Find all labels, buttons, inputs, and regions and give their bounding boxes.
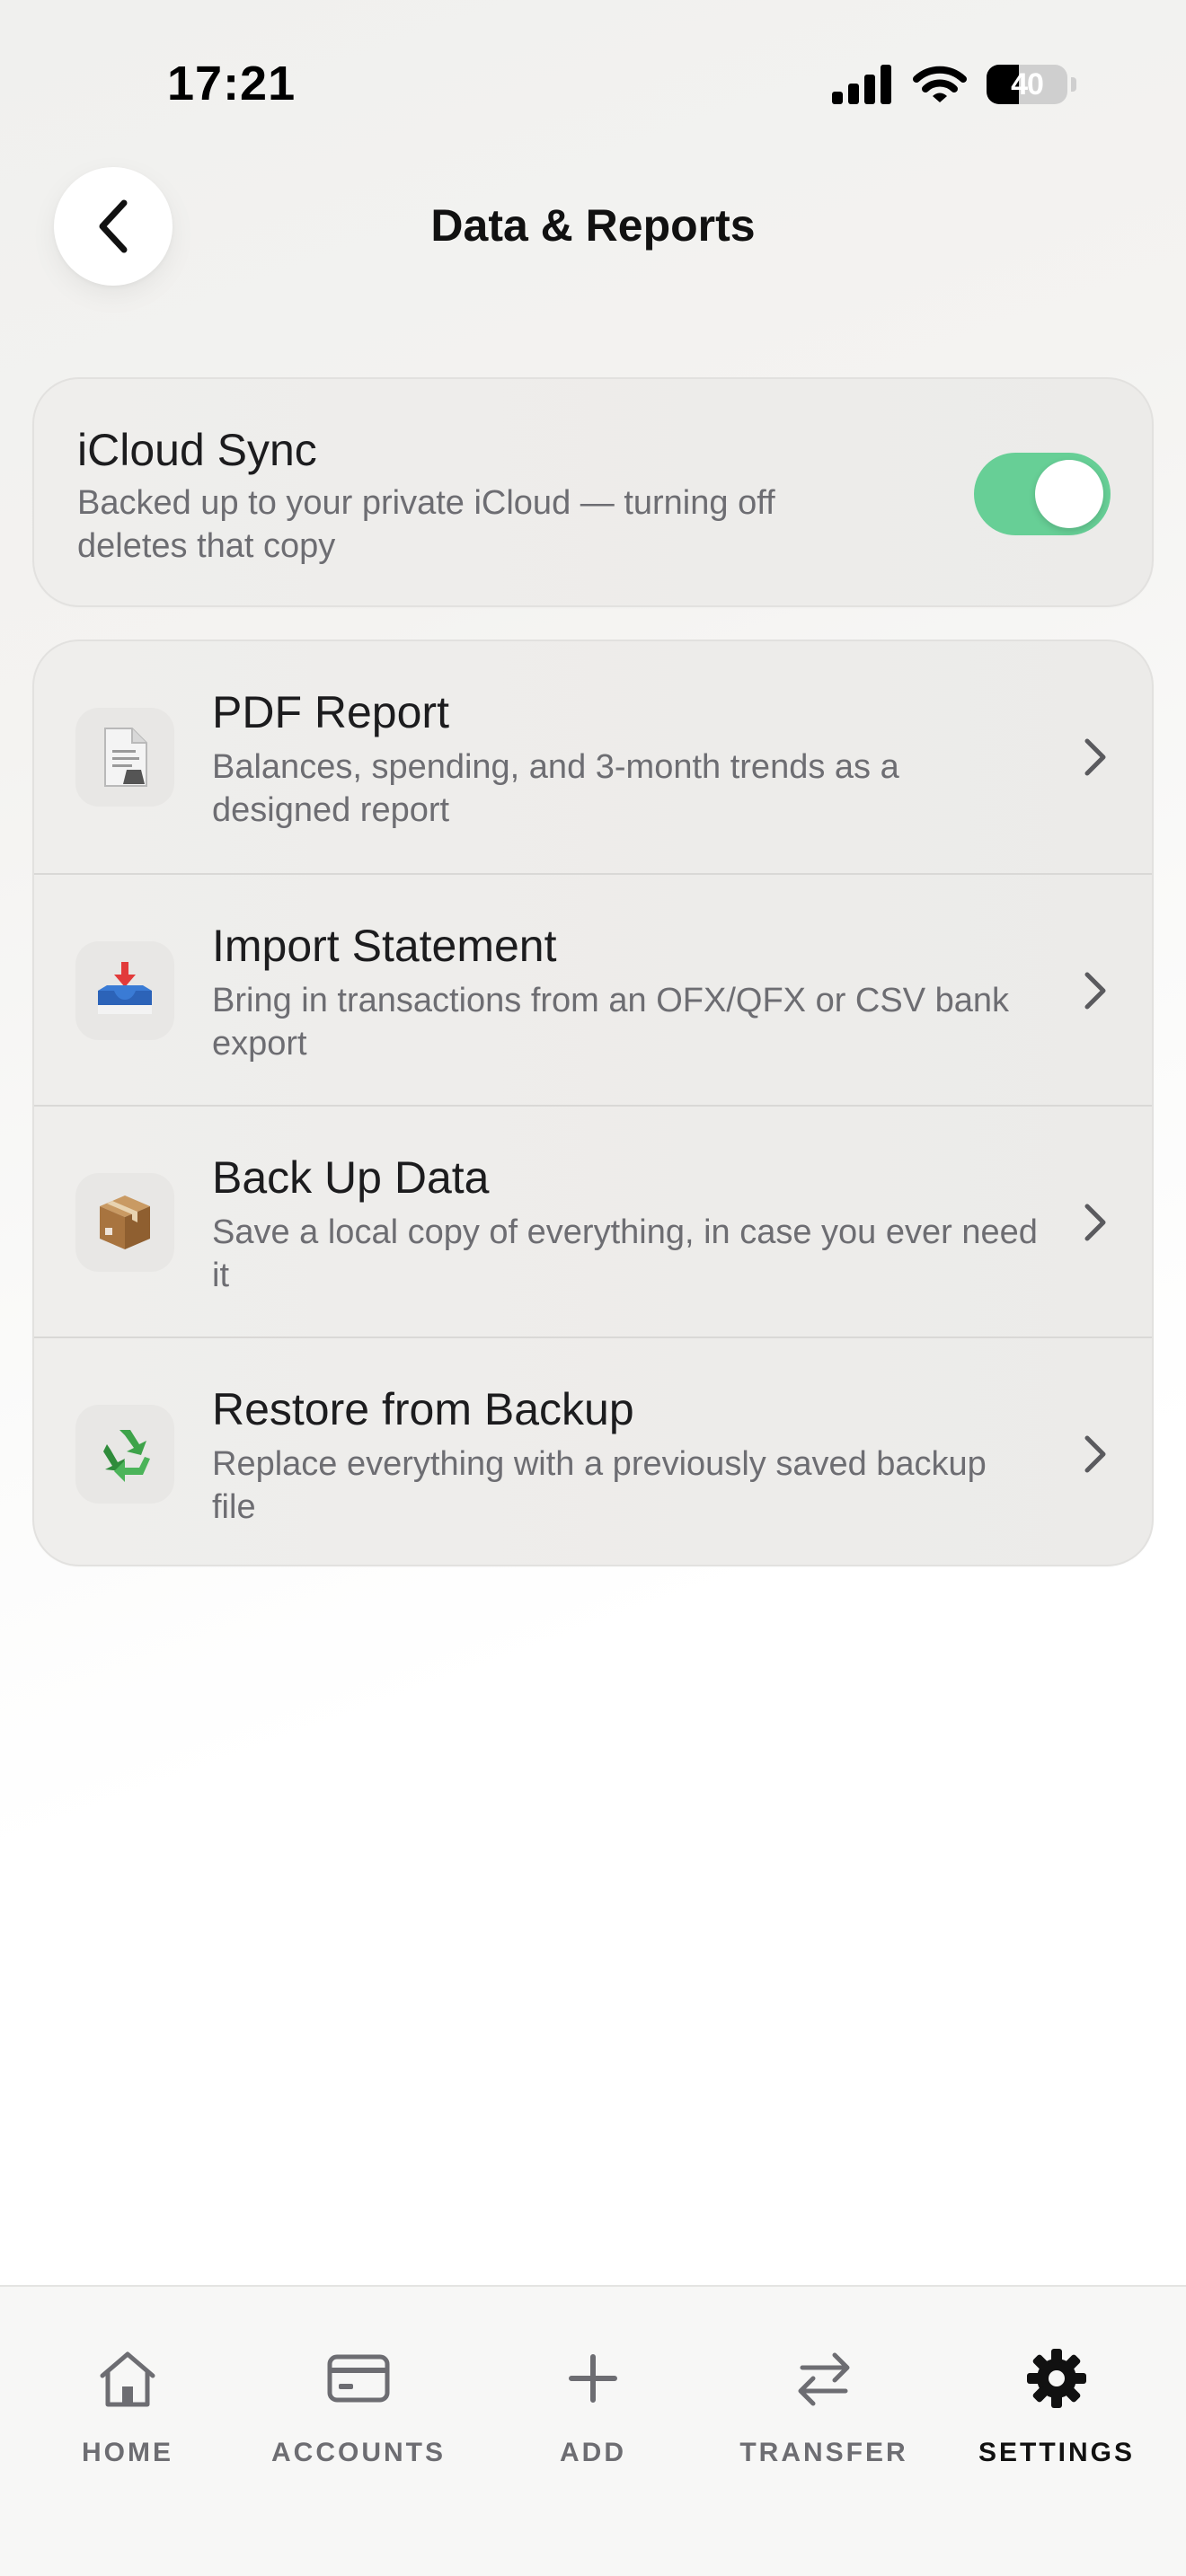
status-icons: 40: [832, 65, 1076, 104]
recycle-icon: [75, 1405, 174, 1504]
package-icon: [75, 1173, 174, 1272]
tab-settings[interactable]: SETTINGS: [949, 2287, 1164, 2502]
document-icon: [75, 708, 174, 807]
data-actions-list: PDF Report Balances, spending, and 3-mon…: [32, 640, 1154, 1566]
gear-icon: [1021, 2342, 1093, 2414]
list-item-description: Save a local copy of everything, in case…: [212, 1213, 1038, 1294]
transfer-icon: [788, 2342, 860, 2414]
tab-add[interactable]: ADD: [485, 2287, 701, 2502]
icloud-sync-title: iCloud Sync: [77, 425, 317, 475]
tab-label: TRANSFER: [739, 2438, 908, 2467]
list-item-pdf-report[interactable]: PDF Report Balances, spending, and 3-mon…: [34, 641, 1152, 873]
tab-label: HOME: [82, 2438, 173, 2467]
wifi-icon: [913, 66, 967, 102]
chevron-right-icon: [1073, 1432, 1118, 1477]
chevron-right-icon: [1073, 735, 1118, 780]
status-bar: 17:21 40: [0, 0, 1186, 171]
home-icon: [92, 2342, 164, 2414]
cellular-signal-icon: [832, 65, 891, 104]
list-item-import-statement[interactable]: Import Statement Bring in transactions f…: [34, 873, 1152, 1105]
tab-label: ADD: [560, 2438, 626, 2467]
plus-icon: [557, 2342, 629, 2414]
list-item-restore-from-backup[interactable]: Restore from Backup Replace everything w…: [34, 1337, 1152, 1565]
list-item-description: Balances, spending, and 3-month trends a…: [212, 748, 899, 829]
list-item-title: Back Up Data: [212, 1152, 490, 1203]
tab-label: SETTINGS: [978, 2438, 1135, 2467]
card-icon: [323, 2342, 394, 2414]
tab-transfer[interactable]: TRANSFER: [716, 2287, 932, 2502]
list-item-title: Import Statement: [212, 921, 557, 971]
inbox-tray-icon: [75, 941, 174, 1040]
list-item-description: Bring in transactions from an OFX/QFX or…: [212, 982, 1010, 1063]
battery-nub: [1071, 77, 1076, 92]
list-item-description: Replace everything with a previously sav…: [212, 1445, 987, 1526]
battery-level: 40: [1011, 66, 1044, 101]
status-time: 17:21: [167, 57, 296, 110]
tab-label: ACCOUNTS: [271, 2438, 446, 2467]
battery-icon: 40: [987, 65, 1067, 104]
chevron-right-icon: [1073, 968, 1118, 1013]
icloud-sync-toggle[interactable]: [974, 453, 1111, 535]
list-item-title: Restore from Backup: [212, 1384, 634, 1434]
list-item-back-up-data[interactable]: Back Up Data Save a local copy of everyt…: [34, 1105, 1152, 1337]
list-item-title: PDF Report: [212, 687, 449, 737]
icloud-sync-description: Backed up to your private iCloud — turni…: [77, 484, 775, 565]
icloud-sync-card: iCloud Sync Backed up to your private iC…: [32, 377, 1154, 607]
page-title: Data & Reports: [430, 200, 756, 251]
tab-bar: HOME ACCOUNTS ADD TRANSFER SETTINGS: [0, 2285, 1186, 2576]
toggle-knob: [1035, 460, 1103, 528]
tab-home[interactable]: HOME: [20, 2287, 235, 2502]
chevron-right-icon: [1073, 1200, 1118, 1245]
tab-accounts[interactable]: ACCOUNTS: [251, 2287, 466, 2502]
